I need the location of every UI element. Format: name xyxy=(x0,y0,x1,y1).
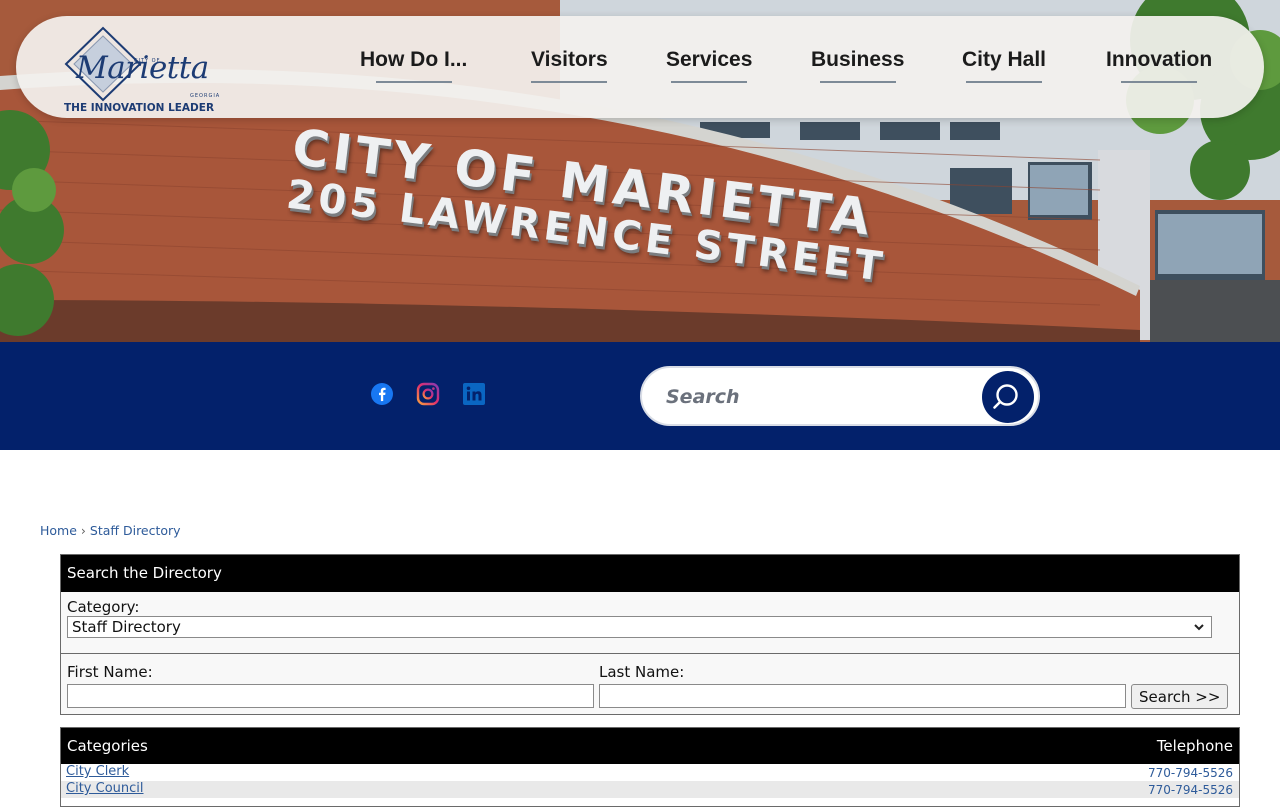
nav-label: Services xyxy=(666,48,753,71)
category-row: Category: Staff Directory xyxy=(61,592,1239,653)
logo-state-text: GEORGIA xyxy=(190,93,221,99)
directory-search-button[interactable]: Search >> xyxy=(1131,684,1229,709)
breadcrumb-home-link[interactable]: Home xyxy=(40,523,77,538)
search-icon xyxy=(993,384,1018,409)
first-name-field[interactable] xyxy=(67,684,594,708)
telephone-column-header: Telephone xyxy=(1156,737,1233,755)
nav-label: City Hall xyxy=(962,48,1047,71)
nav-services[interactable]: Services xyxy=(666,48,752,83)
nav-visitors[interactable]: Visitors xyxy=(531,48,608,83)
nav-label: Innovation xyxy=(1106,48,1213,71)
city-logo[interactable]: CITY OF Marietta GEORGIA THE INNOVATION … xyxy=(56,24,236,116)
nav-innovation[interactable]: Innovation xyxy=(1106,48,1212,83)
breadcrumb-separator: › xyxy=(80,523,86,538)
nav-label: Visitors xyxy=(531,48,608,71)
categories-header: Categories Telephone xyxy=(61,728,1239,764)
search-input[interactable] xyxy=(666,382,966,412)
directory-search-panel: Search the Directory Category: Staff Dir… xyxy=(60,554,1240,715)
site-search xyxy=(640,366,1040,426)
search-button[interactable] xyxy=(982,371,1034,423)
logo-tagline: THE INNOVATION LEADER xyxy=(64,102,215,114)
category-label: Category: xyxy=(67,598,140,616)
category-selected-value: Staff Directory xyxy=(72,618,181,636)
name-search-row: First Name: Last Name: Search >> xyxy=(61,653,1239,715)
categories-table: Categories Telephone City Clerk 770-794-… xyxy=(60,727,1240,807)
categories-column-header: Categories xyxy=(67,737,148,755)
nav-underline xyxy=(819,81,896,83)
nav-label: How Do I... xyxy=(360,48,468,71)
main-nav: How Do I... Visitors Services Business C… xyxy=(336,16,1256,118)
nav-underline xyxy=(1121,81,1198,83)
category-link[interactable]: City Council xyxy=(66,781,144,796)
last-name-label: Last Name: xyxy=(599,663,685,681)
nav-underline xyxy=(671,81,748,83)
category-phone: 770-794-5526 xyxy=(1147,783,1233,797)
category-select[interactable]: Staff Directory xyxy=(67,616,1212,638)
chevron-down-icon xyxy=(1194,624,1204,631)
logo-wordmark: Marietta xyxy=(76,50,209,86)
nav-underline xyxy=(966,81,1043,83)
directory-search-title: Search the Directory xyxy=(61,555,1239,592)
nav-underline xyxy=(531,81,608,83)
nav-city-hall[interactable]: City Hall xyxy=(962,48,1046,83)
category-link[interactable]: City Clerk xyxy=(66,764,129,779)
nav-underline xyxy=(375,81,452,83)
table-row: City Clerk 770-794-5526 xyxy=(61,764,1239,781)
category-phone: 770-794-5526 xyxy=(1147,766,1233,780)
header-nav-bar: CITY OF Marietta GEORGIA THE INNOVATION … xyxy=(16,16,1264,118)
nav-label: Business xyxy=(811,48,905,71)
instagram-icon[interactable] xyxy=(416,382,440,406)
social-search-strip xyxy=(0,342,1280,450)
breadcrumb: Home › Staff Directory xyxy=(40,523,181,538)
last-name-field[interactable] xyxy=(599,684,1126,708)
nav-business[interactable]: Business xyxy=(811,48,904,83)
first-name-label: First Name: xyxy=(67,663,153,681)
nav-how-do-i[interactable]: How Do I... xyxy=(360,48,467,83)
facebook-icon[interactable] xyxy=(370,382,394,406)
linkedin-icon[interactable] xyxy=(462,382,486,406)
breadcrumb-current-link[interactable]: Staff Directory xyxy=(90,523,181,538)
table-row: City Council 770-794-5526 xyxy=(61,781,1239,798)
